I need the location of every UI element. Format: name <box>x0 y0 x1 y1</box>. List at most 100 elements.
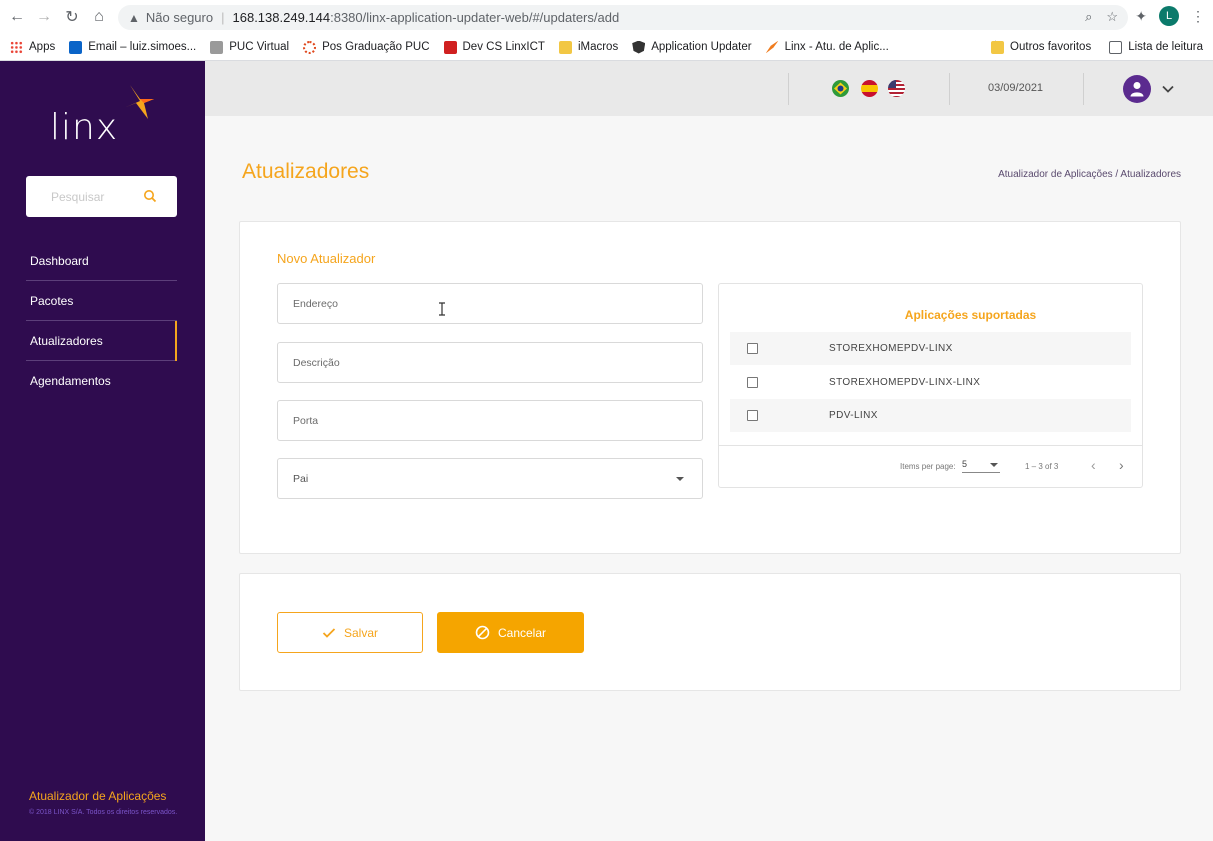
cancel-button[interactable]: Cancelar <box>437 612 584 653</box>
reading-list[interactable]: Lista de leitura <box>1109 40 1203 54</box>
previous-page-icon[interactable]: ‹ <box>1091 457 1096 473</box>
bookmark-label: Pos Graduação PUC <box>322 41 430 53</box>
save-button[interactable]: Salvar <box>277 612 423 653</box>
bookmark-dev-cs[interactable]: Dev CS LinxICT <box>443 40 545 54</box>
chevron-down-icon[interactable] <box>1160 81 1176 97</box>
circle-icon <box>303 40 317 54</box>
header-divider <box>1083 73 1084 105</box>
port-field[interactable] <box>277 400 703 441</box>
flag-usa-icon[interactable] <box>888 80 905 97</box>
breadcrumb: Atualizador de Aplicações / Atualizadore… <box>998 169 1181 180</box>
main-content: Atualizadores Atualizador de Aplicações … <box>205 116 1213 841</box>
star-icon[interactable]: ☆ <box>1106 9 1118 25</box>
sidebar-item-label: Pacotes <box>30 293 74 308</box>
search-icon[interactable] <box>143 189 157 203</box>
cancel-button-label: Cancelar <box>497 625 547 640</box>
page-title: Atualizadores <box>242 160 370 183</box>
next-page-icon[interactable]: › <box>1119 457 1124 473</box>
search-input[interactable] <box>51 189 141 204</box>
address-bar[interactable]: ▲ Não seguro | 168.138.249.144:8380/linx… <box>118 5 1128 30</box>
updater-form-card: Novo Atualizador Pai Aplicações suportad… <box>239 221 1181 554</box>
sidebar-search[interactable] <box>26 176 177 217</box>
extensions-icon[interactable]: ✦ <box>1135 8 1147 25</box>
warning-icon: ▲ <box>128 10 140 25</box>
header-date: 03/09/2021 <box>988 82 1044 94</box>
logo-text: linx <box>50 107 119 148</box>
supported-apps-panel: Aplicações suportadas STOREXHOMEPDV-LINX… <box>718 283 1143 488</box>
address-row: ← → ↻ ⌂ ▲ Não seguro | 168.138.249.144:8… <box>0 0 1213 34</box>
bookmark-email[interactable]: Email – luiz.simoes... <box>69 40 197 54</box>
page-range: 1 – 3 of 3 <box>1025 462 1059 471</box>
reload-icon[interactable]: ↻ <box>61 6 83 28</box>
omnibox-separator: | <box>221 10 225 25</box>
bookmark-imacros[interactable]: iMacros <box>558 40 618 54</box>
security-label: Não seguro <box>145 10 214 25</box>
caret-down-icon <box>676 477 684 481</box>
sidebar-item-label: Atualizadores <box>30 333 103 348</box>
app-checkbox[interactable] <box>747 343 758 354</box>
browser-toolbar-right: ✦ L ⋮ <box>1135 6 1205 26</box>
reading-list-label: Lista de leitura <box>1128 41 1203 53</box>
block-icon <box>475 625 490 640</box>
bookmark-pos-graduacao[interactable]: Pos Graduação PUC <box>303 40 430 54</box>
flag-canton <box>888 80 896 88</box>
bookmark-application-updater[interactable]: Application Updater <box>632 40 752 54</box>
bookmarks-bar: Apps Email – luiz.simoes... PUC Virtual … <box>0 34 1213 60</box>
profile-avatar[interactable]: L <box>1159 6 1179 26</box>
description-field[interactable] <box>277 342 703 383</box>
table-row: PDV-LINX <box>730 399 1131 432</box>
actions-card: Salvar Cancelar <box>239 573 1181 691</box>
page-size-select[interactable]: 5 <box>962 459 1000 473</box>
menu-icon[interactable]: ⋮ <box>1191 8 1205 25</box>
linx-icon <box>765 40 779 54</box>
description-input[interactable] <box>293 356 702 369</box>
sidebar-item-agendamentos[interactable]: Agendamentos <box>26 361 177 401</box>
other-bookmarks[interactable]: Outros favoritos <box>991 40 1091 54</box>
check-icon <box>322 627 336 638</box>
apps-grid-icon <box>10 40 23 54</box>
sidebar-item-dashboard[interactable]: Dashboard <box>26 241 177 281</box>
port-input[interactable] <box>293 414 702 427</box>
text-cursor-icon <box>439 302 445 316</box>
app-name: STOREXHOMEPDV-LINX <box>829 343 953 354</box>
app-name: PDV-LINX <box>829 410 878 421</box>
sidebar-footer-title: Atualizador de Aplicações <box>29 789 167 803</box>
bookmark-puc-virtual[interactable]: PUC Virtual <box>210 40 289 54</box>
parent-select[interactable]: Pai <box>277 458 703 499</box>
flag-spain-icon[interactable] <box>861 80 878 97</box>
app-name: STOREXHOMEPDV-LINX-LINX <box>829 377 981 388</box>
sidebar-item-atualizadores[interactable]: Atualizadores <box>26 321 177 361</box>
user-avatar[interactable] <box>1123 75 1151 103</box>
header-divider <box>949 73 950 105</box>
app-checkbox[interactable] <box>747 377 758 388</box>
forward-icon[interactable]: → <box>33 6 55 28</box>
sidebar: linx Dashboard Pacotes Atualizadores Age… <box>0 61 205 841</box>
bookmark-label: Dev CS LinxICT <box>462 41 545 53</box>
sidebar-item-label: Dashboard <box>30 253 89 268</box>
home-icon[interactable]: ⌂ <box>88 6 110 28</box>
folder-icon <box>558 40 572 54</box>
page-size-value: 5 <box>962 459 968 469</box>
bookmark-label: Application Updater <box>651 41 752 53</box>
address-field[interactable] <box>277 283 703 324</box>
sidebar-nav: Dashboard Pacotes Atualizadores Agendame… <box>0 241 177 401</box>
url-path: :8380/linx-application-updater-web/#/upd… <box>330 10 620 25</box>
bookmarks-right: Outros favoritos Lista de leitura <box>991 34 1203 60</box>
sidebar-item-pacotes[interactable]: Pacotes <box>26 281 177 321</box>
back-icon[interactable]: ← <box>6 6 28 28</box>
app-checkbox[interactable] <box>747 410 758 421</box>
bookmark-apps[interactable]: Apps <box>10 40 55 54</box>
paginator: Items per page: 5 1 – 3 of 3 ‹ › <box>719 445 1142 488</box>
caret-down-icon <box>990 463 998 467</box>
bookmark-label: Email – luiz.simoes... <box>88 41 197 53</box>
building-icon <box>210 40 224 54</box>
omnibox-actions: ⌕ ☆ <box>1085 9 1118 25</box>
reading-list-icon <box>1109 40 1123 54</box>
flag-brazil-icon[interactable] <box>832 80 849 97</box>
address-input[interactable] <box>293 297 702 310</box>
linx-logo: linx <box>46 85 166 155</box>
outlook-icon <box>69 40 83 54</box>
bookmark-linx[interactable]: Linx - Atu. de Aplic... <box>765 40 889 54</box>
table-row: STOREXHOMEPDV-LINX <box>730 332 1131 365</box>
zoom-icon[interactable]: ⌕ <box>1085 9 1092 25</box>
